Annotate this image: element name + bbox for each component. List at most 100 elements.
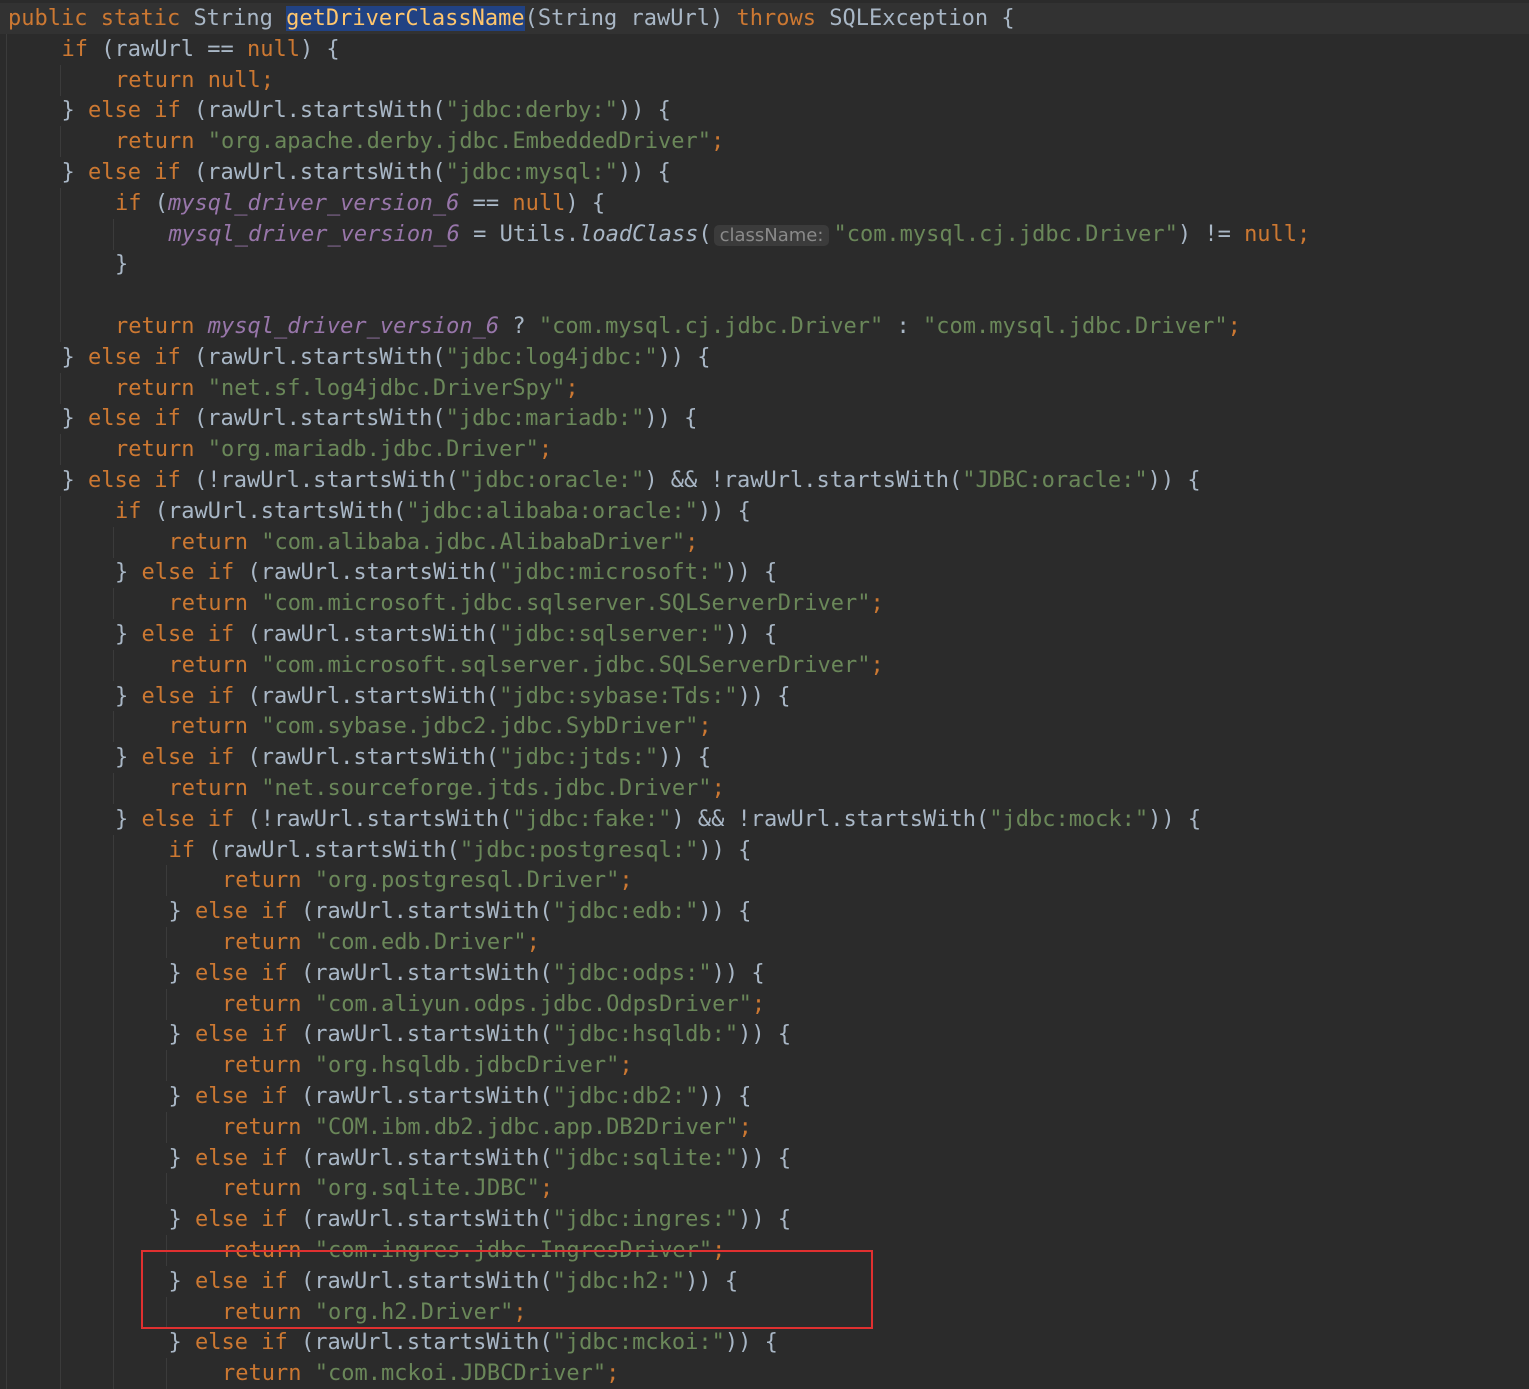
code-line[interactable]: } else if (rawUrl.startsWith("jdbc:derby… [0,95,1529,127]
code-token: "com.mckoi.JDBCDriver" [314,1361,607,1387]
indent-guide [6,311,7,342]
code-line[interactable]: if (rawUrl == null) { [0,33,1529,65]
code-token: } [168,1084,195,1109]
code-editor[interactable]: public static String getDriverClassName(… [0,0,1529,1389]
code-line[interactable]: } else if (!rawUrl.startsWith("jdbc:fake… [0,803,1529,835]
code-token: "jdbc:edb:" [552,899,699,925]
code-line[interactable]: return "com.microsoft.sqlserver.jdbc.SQL… [0,649,1529,681]
code-line[interactable]: } [0,249,1529,281]
code-token: (String rawUrl) [524,6,737,31]
code-text: return "org.h2.Driver"; [222,1297,527,1328]
indent-guide [60,1327,61,1359]
code-token: (rawUrl.startsWith( [300,960,553,986]
code-text: if (rawUrl == null) { [62,34,340,65]
code-line[interactable]: } else if (rawUrl.startsWith("jdbc:sqlit… [0,1142,1529,1174]
code-token: "com.microsoft.sqlserver.jdbc.SQLServerD… [261,652,871,678]
indent-guide [60,1142,61,1174]
code-line[interactable]: if (rawUrl.startsWith("jdbc:postgresql:"… [0,834,1529,866]
indent-guide [6,1327,7,1359]
code-line[interactable]: if (mysql_driver_version_6 == null) { [0,187,1529,219]
code-token: return [222,1176,315,1202]
code-line[interactable]: } else if (rawUrl.startsWith("jdbc:h2:")… [0,1265,1529,1297]
code-token: )) { [724,560,778,586]
code-line[interactable]: return "com.aliyun.odps.jdbc.OdpsDriver"… [0,988,1529,1020]
code-line[interactable]: } else if (rawUrl.startsWith("jdbc:micro… [0,557,1529,589]
code-line[interactable]: } else if (rawUrl.startsWith("jdbc:mckoi… [0,1327,1529,1359]
code-line[interactable]: return "org.sqlite.JDBC"; [0,1173,1529,1205]
code-line[interactable]: if (rawUrl.startsWith("jdbc:alibaba:orac… [0,495,1529,527]
indent-guide [60,280,61,312]
code-line[interactable]: return "com.edb.Driver"; [0,927,1529,958]
indent-guide [60,126,61,158]
code-line[interactable]: return "net.sf.log4jdbc.DriverSpy"; [0,372,1529,404]
code-token: "org.hsqldb.jdbcDriver" [314,1053,620,1079]
code-token: ; [619,868,633,894]
code-token: ; [526,930,540,955]
code-line[interactable]: } else if (rawUrl.startsWith("jdbc:edb:"… [0,896,1529,928]
code-token: else if [195,1330,301,1356]
code-token: else if [195,1268,301,1294]
code-line[interactable]: return "org.mariadb.jdbc.Driver"; [0,434,1529,466]
code-text: } else if (rawUrl.startsWith("jdbc:mysql… [62,157,671,188]
code-token: : [883,314,923,339]
code-line[interactable] [0,280,1529,312]
indent-guide [60,64,61,96]
code-token: public static [8,6,194,31]
code-line[interactable]: return "com.alibaba.jdbc.AlibabaDriver"; [0,526,1529,558]
indent-guide [6,126,7,158]
code-line[interactable]: return null; [0,64,1529,96]
code-line[interactable]: } else if (rawUrl.startsWith("jdbc:jtds:… [0,742,1529,774]
code-line[interactable]: } else if (rawUrl.startsWith("jdbc:db2:"… [0,1081,1529,1112]
code-line[interactable]: } else if (rawUrl.startsWith("jdbc:log4j… [0,341,1529,373]
code-line[interactable]: return "COM.ibm.db2.jdbc.app.DB2Driver"; [0,1111,1529,1143]
code-token: (rawUrl.startsWith( [247,560,500,586]
code-line[interactable]: } else if (rawUrl.startsWith("jdbc:maria… [0,403,1529,435]
code-token: (rawUrl.startsWith( [193,344,446,370]
code-line[interactable]: return "com.ingres.jdbc.IngresDriver"; [0,1235,1529,1266]
code-line[interactable]: return "org.h2.Driver"; [0,1296,1529,1328]
code-text: } else if (rawUrl.startsWith("jdbc:sybas… [115,681,791,712]
code-token: "jdbc:postgresql:" [459,837,699,863]
code-line[interactable]: return "org.postgresql.Driver"; [0,865,1529,897]
code-token: loadClass [579,221,699,247]
code-token: "jdbc:mysql:" [445,160,618,185]
code-line[interactable]: } else if (rawUrl.startsWith("jdbc:sybas… [0,680,1529,712]
code-line[interactable]: mysql_driver_version_6 = Utils.loadClass… [0,218,1529,250]
code-line[interactable]: return "com.mckoi.JDBCDriver"; [0,1358,1529,1389]
indent-guide [60,1050,61,1082]
code-line[interactable]: return "net.sourceforge.jtds.jdbc.Driver… [0,773,1529,804]
code-token: )) { [658,745,712,771]
code-token: String [193,6,287,31]
code-line[interactable]: } else if (rawUrl.startsWith("jdbc:hsqld… [0,1019,1529,1051]
code-line[interactable]: return "com.microsoft.jdbc.sqlserver.SQL… [0,588,1529,620]
code-token: (!rawUrl.startsWith( [193,468,459,493]
code-text: } else if (rawUrl.startsWith("jdbc:h2:")… [169,1266,739,1297]
indent-guide [113,1173,114,1205]
code-line[interactable]: } else if (!rawUrl.startsWith("jdbc:orac… [0,465,1529,496]
indent-guide [6,896,7,928]
indent-guide [113,927,114,958]
code-line[interactable]: return mysql_driver_version_6 ? "com.mys… [0,311,1529,342]
code-token: else if [88,468,194,493]
indent-guide [6,742,7,774]
code-line[interactable]: public static String getDriverClassName(… [0,3,1529,34]
code-token: (rawUrl.startsWith( [300,1022,553,1048]
code-token: ; [870,652,884,678]
code-token: "com.mysql.cj.jdbc.Driver" [833,221,1178,247]
indent-guide [60,927,61,958]
indent-guide [6,1358,7,1389]
code-line[interactable]: return "org.apache.derby.jdbc.EmbeddedDr… [0,126,1529,158]
code-line[interactable]: } else if (rawUrl.startsWith("jdbc:odps:… [0,957,1529,989]
code-token: ; [711,129,725,155]
code-line[interactable]: } else if (rawUrl.startsWith("jdbc:mysql… [0,157,1529,188]
code-line[interactable]: return "org.hsqldb.jdbcDriver"; [0,1050,1529,1082]
code-line[interactable]: } else if (rawUrl.startsWith("jdbc:sqlse… [0,619,1529,650]
indent-guide [6,1142,7,1174]
code-line[interactable]: } else if (rawUrl.startsWith("jdbc:ingre… [0,1204,1529,1236]
indent-guide [60,588,61,620]
code-token: else if [141,806,248,832]
code-token: )) { [1147,468,1201,493]
code-line[interactable]: return "com.sybase.jdbc2.jdbc.SybDriver"… [0,711,1529,743]
code-token: (rawUrl.startsWith( [300,1145,553,1171]
code-text: return "org.hsqldb.jdbcDriver"; [222,1050,633,1081]
